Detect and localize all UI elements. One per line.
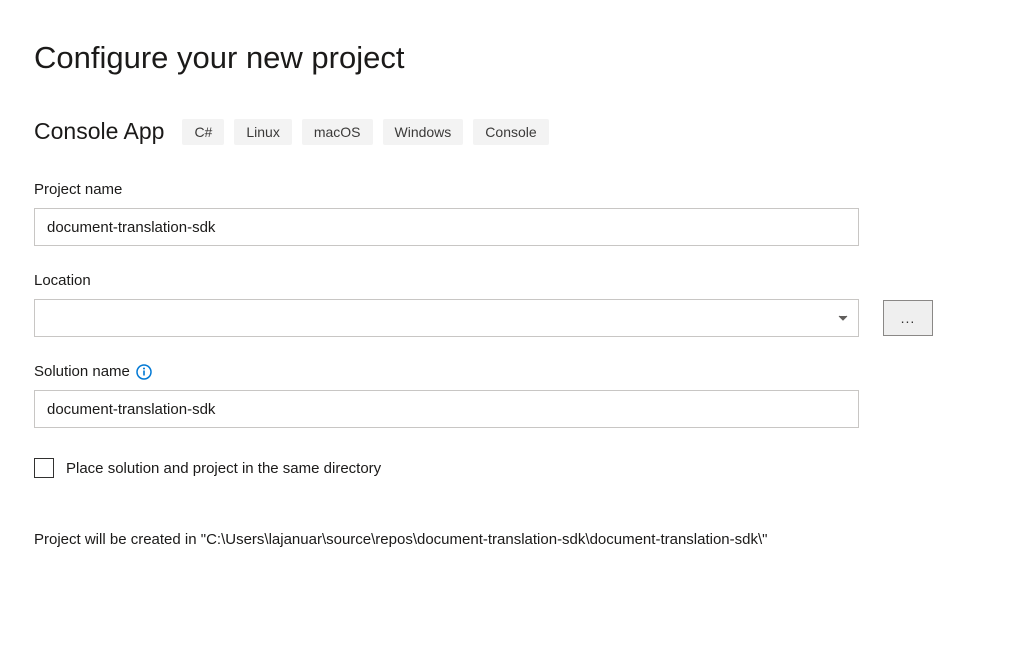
solution-name-field-group: Solution name xyxy=(34,363,978,428)
same-directory-label: Place solution and project in the same d… xyxy=(66,460,381,477)
template-row: Console App C# Linux macOS Windows Conso… xyxy=(34,118,978,145)
template-tags: C# Linux macOS Windows Console xyxy=(182,119,548,145)
same-directory-row: Place solution and project in the same d… xyxy=(34,458,978,478)
project-name-input[interactable] xyxy=(34,208,859,246)
chevron-down-icon xyxy=(838,313,848,324)
tag-console: Console xyxy=(473,119,548,145)
info-icon[interactable] xyxy=(136,364,152,380)
configure-project-container: Configure your new project Console App C… xyxy=(0,0,1012,552)
solution-name-label: Solution name xyxy=(34,363,130,380)
same-directory-checkbox[interactable] xyxy=(34,458,54,478)
page-title: Configure your new project xyxy=(34,40,978,76)
tag-linux: Linux xyxy=(234,119,291,145)
location-field-group: Location ... xyxy=(34,272,978,337)
location-label: Location xyxy=(34,272,978,289)
location-dropdown[interactable] xyxy=(34,299,859,337)
location-row: ... xyxy=(34,299,978,337)
solution-name-input[interactable] xyxy=(34,390,859,428)
path-preview: Project will be created in "C:\Users\laj… xyxy=(34,528,859,552)
template-name: Console App xyxy=(34,118,164,145)
tag-windows: Windows xyxy=(383,119,464,145)
browse-button[interactable]: ... xyxy=(883,300,933,336)
tag-macos: macOS xyxy=(302,119,373,145)
project-name-label: Project name xyxy=(34,181,978,198)
tag-csharp: C# xyxy=(182,119,224,145)
solution-name-label-row: Solution name xyxy=(34,363,978,380)
project-name-field-group: Project name xyxy=(34,181,978,246)
